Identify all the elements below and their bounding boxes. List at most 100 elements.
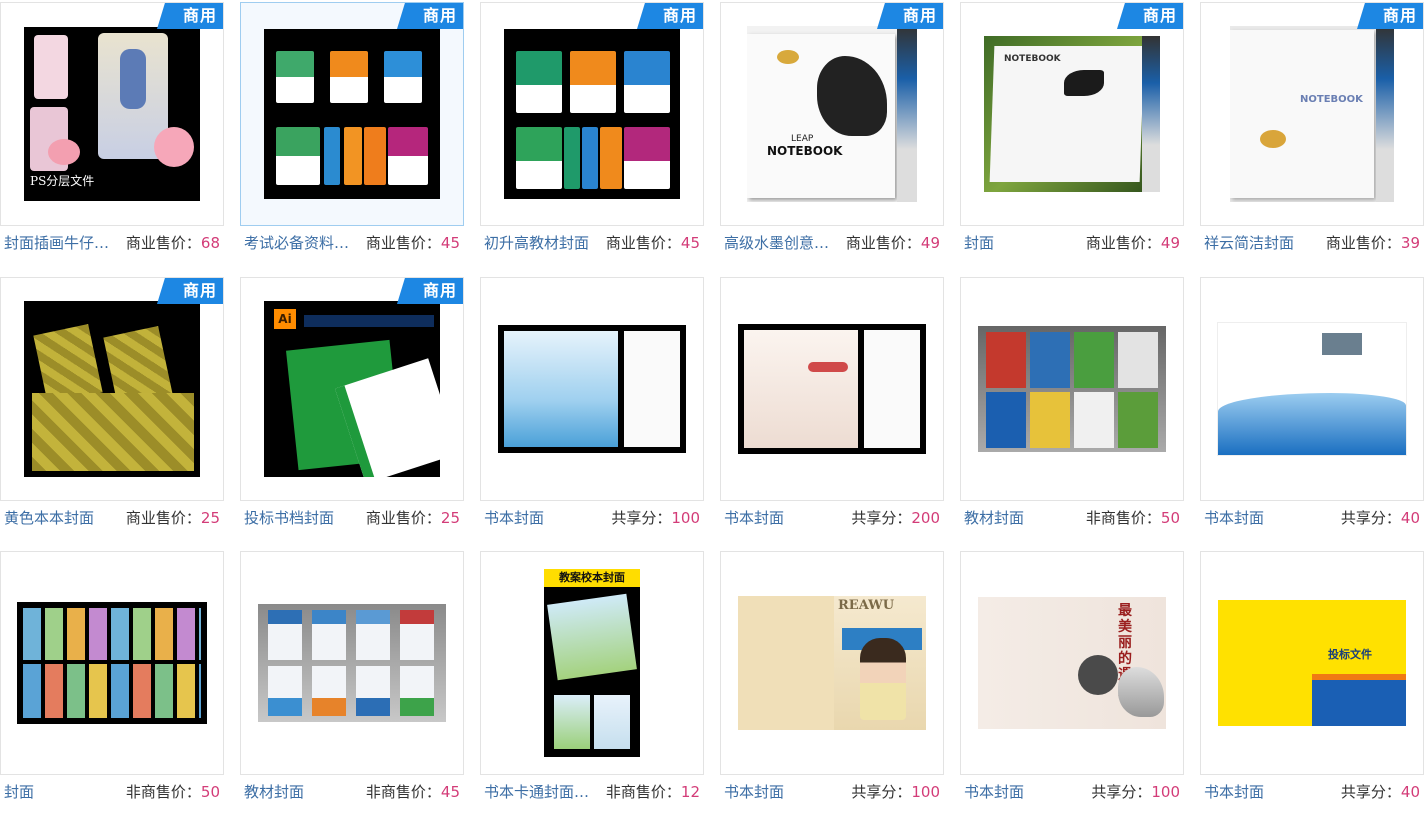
- product-title[interactable]: 书本封面: [1204, 780, 1326, 804]
- product-thumbnail[interactable]: 商用: [480, 2, 704, 226]
- product-title[interactable]: 书本卡通封面…: [484, 780, 606, 804]
- commercial-badge: 商用: [157, 3, 223, 29]
- product-thumbnail[interactable]: REAWU: [720, 551, 944, 775]
- product-thumbnail[interactable]: 商用: [0, 277, 224, 501]
- notebook-label: NOTEBOOK: [767, 144, 843, 158]
- product-thumbnail[interactable]: [240, 551, 464, 775]
- commercial-badge: 商用: [397, 278, 463, 304]
- product-title[interactable]: 考试必备资料…: [244, 231, 366, 255]
- cover-heading: 教案校本封面: [544, 569, 640, 587]
- blue-wave-cover-image: [1217, 322, 1407, 456]
- product-price: 共享分：100: [611, 509, 700, 527]
- bid-folder-image: Ai: [264, 301, 440, 477]
- book-spread-blue-image: [498, 325, 686, 453]
- product-card[interactable]: 商用 初升高教材封面 商业售价：45: [480, 0, 720, 274]
- product-card[interactable]: NOTEBOOK 商用 封面 商业售价：49: [960, 0, 1200, 274]
- product-title[interactable]: 封面插画牛仔…: [4, 231, 126, 255]
- cover-caption: PS分层文件: [30, 174, 95, 188]
- product-thumbnail[interactable]: 投标文件: [1200, 551, 1424, 775]
- product-price: 共享分：40: [1340, 783, 1420, 801]
- product-title[interactable]: 高级水墨创意…: [724, 231, 846, 255]
- product-card[interactable]: 商用 考试必备资料… 商业售价：45: [240, 0, 480, 274]
- product-title[interactable]: 书本封面: [724, 780, 846, 804]
- magazine-title: REAWU: [838, 598, 895, 613]
- magazine-cover-image: REAWU: [738, 596, 926, 730]
- product-price: 商业售价：49: [1085, 234, 1180, 252]
- product-price: 商业售价：45: [365, 234, 460, 252]
- product-title[interactable]: 黄色本本封面: [4, 506, 126, 530]
- product-price: 商业售价：45: [605, 234, 700, 252]
- product-title[interactable]: 书本封面: [724, 506, 846, 530]
- textbook-grid-image: [978, 326, 1166, 452]
- product-price: 商业售价：49: [845, 234, 940, 252]
- product-title[interactable]: 书本封面: [484, 506, 606, 530]
- product-thumbnail[interactable]: [0, 551, 224, 775]
- product-title[interactable]: 书本封面: [964, 780, 1086, 804]
- product-card[interactable]: 教案校本封面 书本卡通封面… 非商售价：12: [480, 549, 720, 823]
- product-price: 商业售价：68: [125, 234, 220, 252]
- product-card[interactable]: 教材封面 非商售价：45: [240, 549, 480, 823]
- commercial-badge: 商用: [637, 3, 703, 29]
- product-title[interactable]: 封面: [964, 231, 1086, 255]
- product-grid: PS分层文件 商用 封面插画牛仔… 商业售价：68 商用 考试必备资料… 商业售…: [0, 0, 1425, 810]
- product-price: 非商售价：45: [365, 783, 460, 801]
- chinese-art-cover-image: 最美丽的遇见: [978, 597, 1166, 729]
- cover-title: 投标文件: [1328, 648, 1372, 661]
- notebook-grass-image: NOTEBOOK: [984, 36, 1160, 192]
- commercial-badge: 商用: [397, 3, 463, 29]
- product-title[interactable]: 教材封面: [244, 780, 366, 804]
- product-thumbnail[interactable]: NOTEBOOK 商用: [1200, 2, 1424, 226]
- product-card[interactable]: NOTEBOOK 商用 祥云简洁封面 商业售价：39: [1200, 0, 1425, 274]
- notebook-label: NOTEBOOK: [1004, 54, 1061, 64]
- product-price: 非商售价：50: [1085, 509, 1180, 527]
- product-price: 共享分：200: [851, 509, 940, 527]
- product-card[interactable]: 书本封面 共享分：40: [1200, 275, 1425, 549]
- product-thumbnail[interactable]: PS分层文件 商用: [0, 2, 224, 226]
- product-card[interactable]: PS分层文件 商用 封面插画牛仔… 商业售价：68: [0, 0, 240, 274]
- cartoon-cover-image: 教案校本封面: [544, 569, 640, 757]
- product-thumbnail[interactable]: [720, 277, 944, 501]
- cloud-notebook-image: NOTEBOOK: [1230, 26, 1394, 202]
- product-price: 非商售价：12: [605, 783, 700, 801]
- book-spread-beige-image: [738, 324, 926, 454]
- product-title[interactable]: 投标书档封面: [244, 506, 366, 530]
- exam-books-image: [264, 29, 440, 199]
- product-title[interactable]: 祥云简洁封面: [1204, 231, 1326, 255]
- product-card[interactable]: 书本封面 共享分：100: [480, 275, 720, 549]
- ai-icon: Ai: [274, 309, 296, 329]
- product-title[interactable]: 封面: [4, 780, 126, 804]
- product-thumbnail[interactable]: LEAP NOTEBOOK 商用: [720, 2, 944, 226]
- product-card[interactable]: 投标文件 书本封面 共享分：40: [1200, 549, 1425, 823]
- product-card[interactable]: 教材封面 非商售价：50: [960, 275, 1200, 549]
- product-price: 商业售价：25: [365, 509, 460, 527]
- product-price: 共享分：40: [1340, 509, 1420, 527]
- ink-notebook-image: LEAP NOTEBOOK: [747, 26, 917, 202]
- product-thumbnail[interactable]: 最美丽的遇见: [960, 551, 1184, 775]
- book-series-image: [17, 602, 207, 724]
- textbook-set-image: [258, 604, 446, 722]
- product-card[interactable]: 商用 黄色本本封面 商业售价：25: [0, 275, 240, 549]
- product-price: 共享分：100: [1091, 783, 1180, 801]
- product-thumbnail[interactable]: [960, 277, 1184, 501]
- product-card[interactable]: Ai 商用 投标书档封面 商业售价：25: [240, 275, 480, 549]
- product-thumbnail[interactable]: 教案校本封面: [480, 551, 704, 775]
- product-price: 商业售价：39: [1325, 234, 1420, 252]
- product-title[interactable]: 教材封面: [964, 506, 1086, 530]
- product-thumbnail[interactable]: 商用: [240, 2, 464, 226]
- product-thumbnail[interactable]: [1200, 277, 1424, 501]
- product-thumbnail[interactable]: [480, 277, 704, 501]
- product-card[interactable]: 最美丽的遇见 书本封面 共享分：100: [960, 549, 1200, 823]
- product-thumbnail[interactable]: NOTEBOOK 商用: [960, 2, 1184, 226]
- product-card[interactable]: REAWU 书本封面 共享分：100: [720, 549, 960, 823]
- notebook-brand-leap: LEAP: [791, 134, 814, 144]
- commercial-badge: 商用: [877, 3, 943, 29]
- product-title[interactable]: 初升高教材封面: [484, 231, 606, 255]
- product-card[interactable]: 书本封面 共享分：200: [720, 275, 960, 549]
- product-thumbnail[interactable]: Ai 商用: [240, 277, 464, 501]
- product-card[interactable]: 封面 非商售价：50: [0, 549, 240, 823]
- commercial-badge: 商用: [157, 278, 223, 304]
- notebook-label: NOTEBOOK: [1300, 94, 1363, 105]
- product-card[interactable]: LEAP NOTEBOOK 商用 高级水墨创意… 商业售价：49: [720, 0, 960, 274]
- product-title[interactable]: 书本封面: [1204, 506, 1326, 530]
- commercial-badge: 商用: [1117, 3, 1183, 29]
